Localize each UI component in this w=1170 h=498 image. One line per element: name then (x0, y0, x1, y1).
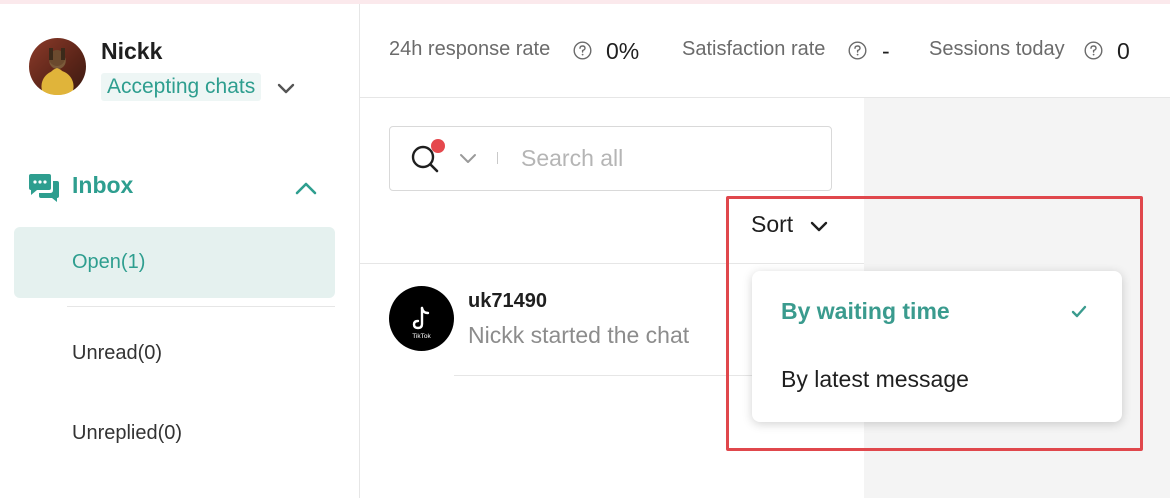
sessions-today-label: Sessions today (929, 38, 1065, 60)
chevron-down-icon[interactable] (274, 76, 298, 100)
chevron-down-icon[interactable] (808, 217, 830, 237)
search-input[interactable] (521, 142, 821, 174)
chevron-up-icon[interactable] (292, 176, 320, 200)
sort-dropdown: By waiting time By latest message (752, 271, 1122, 422)
check-icon (1071, 305, 1087, 318)
sort-option-latest-message[interactable]: By latest message (781, 366, 969, 393)
chevron-down-icon[interactable] (458, 150, 478, 166)
help-icon[interactable] (1084, 41, 1103, 60)
help-icon[interactable] (848, 41, 867, 60)
sessions-today-value: 0 (1117, 38, 1130, 64)
divider (454, 375, 754, 376)
agent-status[interactable]: Accepting chats (101, 73, 262, 101)
satisfaction-rate-value: - (882, 38, 890, 64)
chat-avatar[interactable]: TikTok (389, 286, 454, 351)
agent-name: Nickk (101, 38, 163, 64)
stats-bar: 24h response rate 0% Satisfaction rate -… (360, 4, 1170, 98)
chat-bubbles-icon (29, 174, 59, 202)
inbox-section-label[interactable]: Inbox (72, 172, 133, 199)
agent-avatar[interactable] (29, 38, 86, 95)
divider (497, 152, 498, 164)
sidebar-item-open[interactable]: Open(1) (14, 227, 335, 298)
chat-contact-name[interactable]: uk71490 (468, 290, 547, 313)
divider (360, 263, 864, 264)
notification-dot (431, 139, 445, 153)
sidebar-item-unread[interactable]: Unread(0) (72, 342, 162, 365)
satisfaction-rate-label: Satisfaction rate (682, 38, 826, 60)
chat-preview[interactable]: Nickk started the chat (468, 322, 689, 349)
sidebar-item-unreplied[interactable]: Unreplied(0) (72, 422, 182, 445)
sidebar-item-label: Open(1) (72, 251, 146, 273)
response-rate-value: 0% (606, 38, 640, 64)
sort-option-waiting-time[interactable]: By waiting time (781, 298, 950, 325)
tiktok-logo-text: TikTok (412, 333, 431, 340)
divider (67, 306, 335, 307)
response-rate-label: 24h response rate (389, 38, 551, 60)
help-icon[interactable] (573, 41, 592, 60)
sort-button[interactable]: Sort (751, 211, 793, 238)
